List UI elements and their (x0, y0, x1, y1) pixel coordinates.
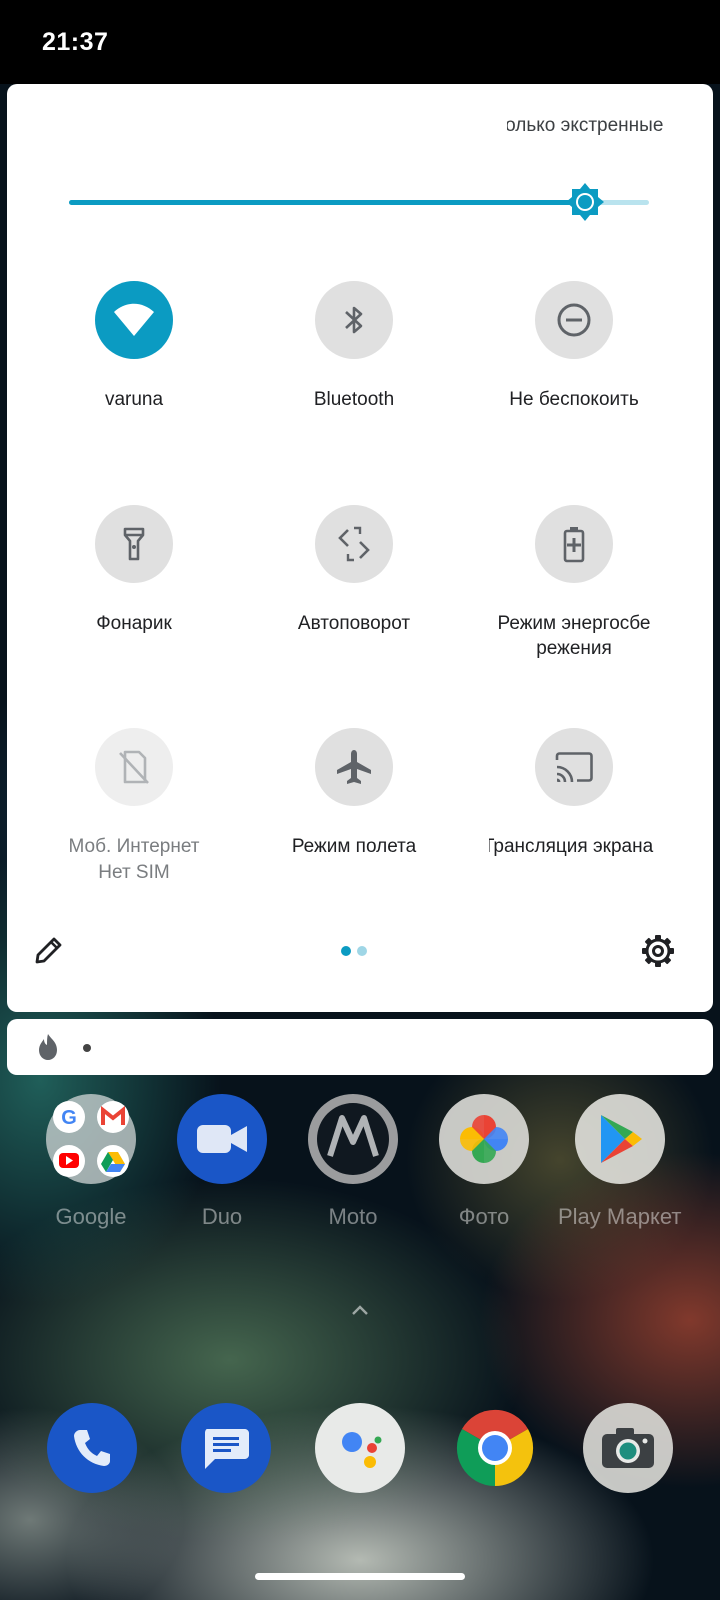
photos-icon (439, 1094, 529, 1184)
duo-icon (177, 1094, 267, 1184)
tile-battery-saver-button[interactable] (535, 505, 613, 583)
dock-phone[interactable] (47, 1403, 137, 1493)
gesture-nav-handle[interactable] (255, 1573, 465, 1580)
tile-mobile-data-button[interactable] (95, 728, 173, 806)
app-moto[interactable]: Moto (287, 1094, 419, 1230)
status-clock: 21:37 (42, 28, 109, 56)
tile-airplane[interactable]: Режим полета (242, 728, 466, 859)
page-indicator (341, 946, 381, 958)
brightness-fill (69, 200, 585, 205)
dock-assistant[interactable] (315, 1403, 405, 1493)
app-play-store[interactable]: Play Маркет (554, 1094, 686, 1230)
wifi-icon (114, 303, 154, 336)
messages-icon (205, 1429, 249, 1469)
tile-flashlight-button[interactable] (95, 505, 173, 583)
tile-wifi-button[interactable] (95, 281, 173, 359)
gear-icon (642, 935, 674, 967)
dock-messages[interactable] (181, 1403, 271, 1493)
app-label-google: Google (55, 1204, 127, 1229)
tile-wifi-label: varuna (104, 389, 164, 410)
brightness-slider[interactable] (69, 179, 659, 229)
bluetooth-icon (345, 306, 363, 334)
phone-icon (74, 1430, 110, 1466)
play-triangle-glyph (601, 1115, 642, 1163)
app-duo[interactable]: Duo (156, 1094, 288, 1230)
chevron-up-icon (352, 1305, 368, 1315)
brightness-thumb[interactable] (564, 181, 606, 223)
moto-icon (308, 1094, 398, 1184)
notification-dot (83, 1044, 91, 1052)
app-google-folder[interactable]: G Google (25, 1094, 157, 1230)
tile-airplane-button[interactable] (315, 728, 393, 806)
tile-airplane-label: Режим полета (291, 836, 417, 857)
page-dot-active (341, 946, 351, 956)
tile-mobile-data[interactable]: Моб. Интернет Нет SIM (22, 728, 246, 887)
tile-autorotate-label: Автоповорот (297, 613, 411, 634)
app-label-play-store: Play Маркет (558, 1204, 682, 1229)
svg-text:G: G (61, 1107, 77, 1129)
status-bar: 21:37 (0, 0, 720, 84)
assistant-icon (342, 1432, 382, 1468)
app-drawer-handle[interactable] (350, 1303, 370, 1317)
quick-settings-panel: Только экстренные varuna Bluetooth Не бе… (7, 84, 713, 1012)
do-not-disturb-icon (557, 303, 591, 337)
google-folder-icon: G (46, 1094, 136, 1184)
tile-cast[interactable]: Трансляция экрана (462, 728, 686, 859)
tile-dnd[interactable]: Не беспокоить (462, 281, 686, 412)
chrome-icon (456, 1409, 534, 1487)
google-folder-glyphs: G (53, 1101, 129, 1177)
tile-autorotate[interactable]: Автоповорот (242, 505, 466, 636)
fire-icon (39, 1034, 57, 1060)
tile-flashlight-label: Фонарик (96, 613, 172, 634)
auto-rotate-icon (338, 526, 370, 562)
notification-app-icon (35, 1033, 61, 1061)
app-label-moto: Moto (328, 1204, 378, 1229)
app-label-duo: Duo (201, 1204, 243, 1229)
tile-mobile-data-label: Моб. Интернет (68, 836, 200, 857)
cast-icon (555, 752, 593, 783)
airplane-icon (337, 750, 371, 784)
tile-mobile-data-sublabel: Нет SIM (98, 862, 170, 883)
tile-dnd-label: Не беспокоить (509, 389, 639, 410)
tile-battery-saver-label: Режим энергосбе режения (497, 613, 651, 659)
tile-dnd-button[interactable] (535, 281, 613, 359)
pencil-icon (35, 937, 62, 964)
app-label-photos: Фото (458, 1204, 510, 1229)
page-dot-inactive (357, 946, 367, 956)
tile-flashlight[interactable]: Фонарик (22, 505, 246, 636)
dock-chrome[interactable] (450, 1403, 540, 1493)
tile-battery-saver[interactable]: Режим энергосбе режения (462, 505, 686, 661)
duo-camera-glyph (197, 1125, 247, 1153)
no-sim-icon (119, 750, 149, 784)
app-photos[interactable]: Фото (418, 1094, 550, 1230)
dnd-mode-text[interactable]: Только экстренные (507, 115, 687, 137)
dock-camera[interactable] (583, 1403, 673, 1493)
tile-bluetooth-button[interactable] (315, 281, 393, 359)
play-store-icon (575, 1094, 665, 1184)
photos-pinwheel-glyph (460, 1115, 508, 1163)
battery-saver-icon (563, 527, 585, 563)
moto-logo-glyph (317, 1103, 389, 1175)
notification-strip[interactable] (7, 1019, 713, 1075)
tile-autorotate-button[interactable] (315, 505, 393, 583)
tile-cast-label-text: Трансляция экрана (489, 836, 654, 857)
tile-bluetooth-label: Bluetooth (313, 389, 395, 410)
tile-cast-button[interactable] (535, 728, 613, 806)
flashlight-icon (123, 527, 145, 561)
tile-wifi[interactable]: varuna (22, 281, 246, 412)
tile-cast-label: Трансляция экрана (489, 834, 659, 859)
brightness-icon (566, 183, 604, 221)
settings-button[interactable] (641, 934, 675, 968)
edit-tiles-button[interactable] (33, 934, 65, 966)
tile-bluetooth[interactable]: Bluetooth (242, 281, 466, 412)
camera-icon (602, 1428, 654, 1468)
